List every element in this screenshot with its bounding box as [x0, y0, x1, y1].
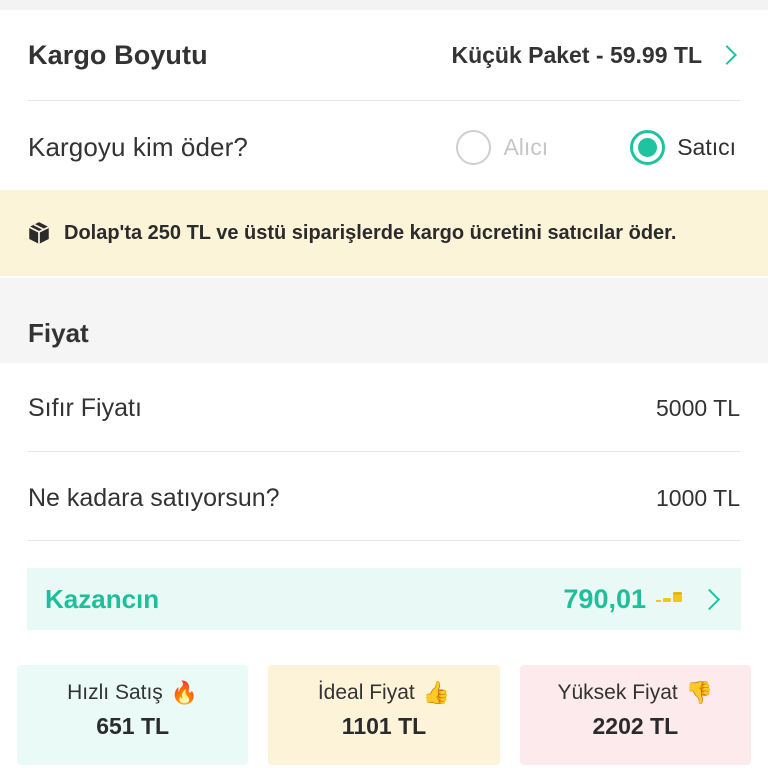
- radio-option-buyer[interactable]: Alıcı: [456, 129, 549, 165]
- earnings-label: Kazancın: [45, 583, 160, 614]
- suggestion-title: İdeal Fiyat 👍: [318, 681, 450, 705]
- radio-unselected-icon[interactable]: [456, 129, 492, 165]
- sale-price-label: Ne kadara satıyorsun?: [28, 483, 280, 512]
- cargo-size-row[interactable]: Kargo Boyutu Küçük Paket - 59.99 TL: [28, 30, 740, 80]
- cargo-size-selector[interactable]: Küçük Paket - 59.99 TL: [451, 42, 740, 69]
- divider: [28, 540, 740, 541]
- new-price-label: Sıfır Fiyatı: [28, 393, 142, 422]
- suggestion-title: Hızlı Satış 🔥: [67, 681, 198, 705]
- earnings-value-group: 790,01: [563, 584, 723, 615]
- suggestion-card-ideal-price[interactable]: İdeal Fiyat 👍 1101 TL: [268, 665, 500, 765]
- suggestion-card-fast-sale[interactable]: Hızlı Satış 🔥 651 TL: [17, 665, 249, 765]
- radio-option-seller[interactable]: Satıcı: [630, 129, 736, 165]
- cargo-payer-row: Kargoyu kim öder? Alıcı Satıcı: [28, 120, 740, 174]
- cargo-size-value: Küçük Paket - 59.99 TL: [451, 41, 702, 68]
- sale-price-value[interactable]: 1000 TL: [656, 485, 740, 512]
- suggestion-card-high-price[interactable]: Yüksek Fiyat 👎 2202 TL: [519, 665, 751, 765]
- suggestion-price: 651 TL: [96, 713, 170, 739]
- cargo-payer-radio-group: Alıcı Satıcı: [456, 129, 740, 165]
- earnings-row[interactable]: Kazancın 790,01: [27, 568, 741, 630]
- new-price-row[interactable]: Sıfır Fiyatı 5000 TL: [28, 385, 740, 431]
- new-price-value[interactable]: 5000 TL: [656, 395, 740, 422]
- chevron-right-icon: [698, 588, 721, 610]
- fire-icon: 🔥: [170, 680, 199, 705]
- suggestion-price: 2202 TL: [592, 713, 679, 739]
- shipping-notice-banner: Dolap'ta 250 TL ve üstü siparişlerde kar…: [0, 190, 768, 276]
- divider: [28, 100, 740, 101]
- radio-label-buyer: Alıcı: [503, 133, 549, 160]
- suggestion-title-text: Hızlı Satış: [67, 681, 163, 704]
- coins-icon: [656, 592, 682, 602]
- radio-selected-icon[interactable]: [630, 129, 666, 165]
- divider: [28, 451, 740, 452]
- earnings-value: 790,01: [563, 583, 646, 614]
- price-section-title: Fiyat: [28, 318, 89, 348]
- package-box-icon: [28, 222, 50, 244]
- price-section-header: [0, 278, 768, 363]
- chevron-right-icon: [717, 45, 737, 65]
- thumbs-down-icon: 👎: [685, 680, 714, 705]
- radio-label-seller: Satıcı: [677, 133, 736, 160]
- suggestion-title: Yüksek Fiyat 👎: [558, 681, 714, 705]
- suggestion-title-text: İdeal Fiyat: [317, 681, 415, 704]
- sale-price-row[interactable]: Ne kadara satıyorsun? 1000 TL: [28, 475, 740, 521]
- suggestion-title-text: Yüksek Fiyat: [557, 681, 678, 704]
- price-suggestion-cards: Hızlı Satış 🔥 651 TL İdeal Fiyat 👍 1101 …: [17, 665, 751, 765]
- shipping-notice-text: Dolap'ta 250 TL ve üstü siparişlerde kar…: [64, 221, 677, 244]
- suggestion-price: 1101 TL: [341, 713, 427, 739]
- top-strip: [0, 0, 768, 10]
- cargo-size-label: Kargo Boyutu: [28, 39, 208, 70]
- thumbs-up-icon: 👍: [422, 680, 451, 705]
- cargo-payer-label: Kargoyu kim öder?: [28, 131, 248, 162]
